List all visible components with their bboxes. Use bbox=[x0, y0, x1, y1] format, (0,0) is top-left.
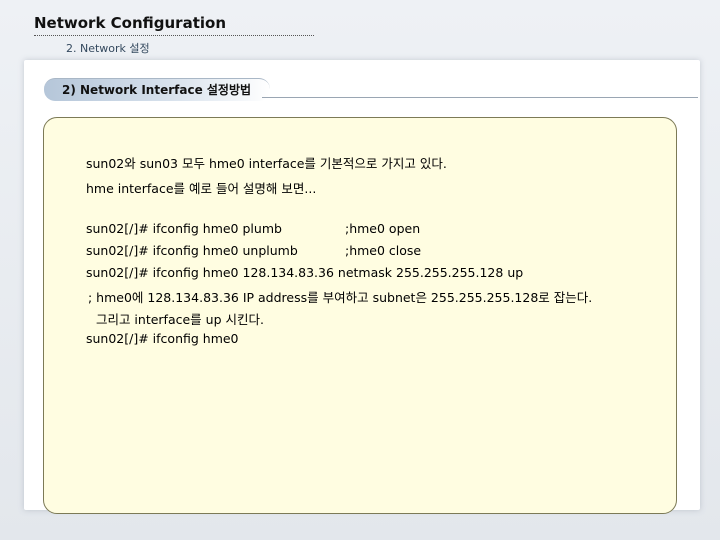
command-comment: ;hme0 open bbox=[345, 221, 421, 236]
command-line: sun02[/]# ifconfig hme0 unplumb bbox=[86, 243, 298, 258]
command-line: sun02[/]# ifconfig hme0 128.134.83.36 ne… bbox=[86, 265, 524, 280]
command-line: sun02[/]# ifconfig hme0 bbox=[86, 331, 239, 346]
explanation-line: 그리고 interface를 up 시킨다. bbox=[88, 312, 264, 327]
intro-line: hme interface를 예로 들어 설명해 보면... bbox=[86, 181, 317, 196]
command-comment: ;hme0 close bbox=[345, 243, 422, 258]
slide-title: Network Configuration bbox=[34, 14, 226, 32]
slide-subtitle: 2. Network 설정 bbox=[66, 42, 150, 55]
title-underline bbox=[34, 35, 314, 36]
explanation-line: ; hme0에 128.134.83.36 IP address를 부여하고 s… bbox=[88, 290, 593, 305]
section-divider bbox=[262, 97, 698, 98]
section-heading: 2) Network Interface 설정방법 bbox=[62, 83, 252, 97]
command-line: sun02[/]# ifconfig hme0 plumb bbox=[86, 221, 282, 236]
intro-line: sun02와 sun03 모두 hme0 interface를 기본적으로 가지… bbox=[86, 156, 447, 171]
